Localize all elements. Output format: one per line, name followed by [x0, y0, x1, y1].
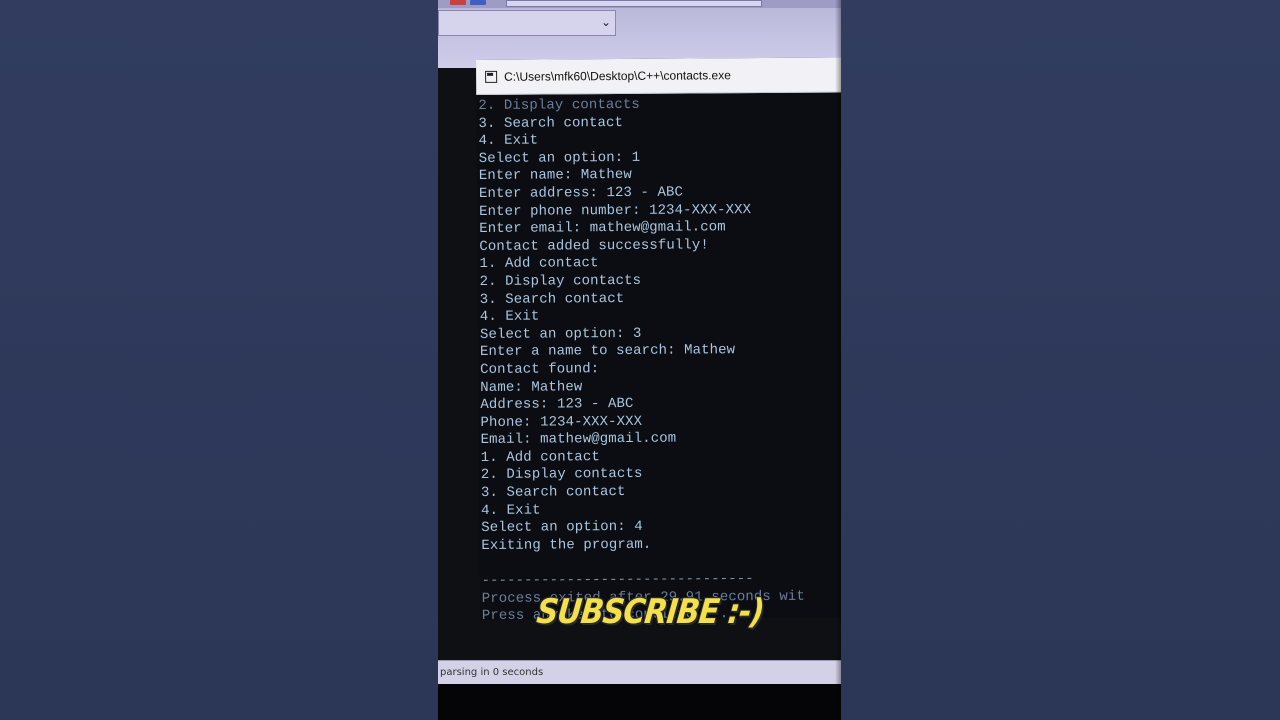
subscribe-caption: SUBSCRIBE :-) — [534, 592, 766, 632]
console-window[interactable]: C:\Users\mfk60\Desktop\C++\contacts.exe … — [476, 57, 841, 624]
toolbar-icon-blue[interactable] — [470, 0, 486, 5]
left-blurred-background — [0, 0, 438, 720]
monitor-bezel — [438, 684, 841, 720]
console-titlebar[interactable]: C:\Users\mfk60\Desktop\C++\contacts.exe — [476, 57, 841, 95]
monitor-edge-shadow — [835, 0, 841, 720]
toolbar-field[interactable] — [506, 0, 762, 7]
ide-combo-box[interactable]: ⌄ — [438, 10, 616, 36]
console-app-icon — [485, 70, 498, 83]
window-title: C:\Users\mfk60\Desktop\C++\contacts.exe — [504, 68, 731, 84]
chevron-down-icon[interactable]: ⌄ — [601, 15, 611, 29]
toolbar-icon-red[interactable] — [450, 0, 466, 5]
ide-status-bar: parsing in 0 seconds — [438, 660, 841, 685]
right-blurred-background — [841, 0, 1280, 720]
console-output: 2. Display contacts 3. Search contact 4. E… — [478, 95, 841, 625]
ide-toolbar — [438, 0, 841, 8]
status-text: parsing in 0 seconds — [440, 667, 544, 678]
